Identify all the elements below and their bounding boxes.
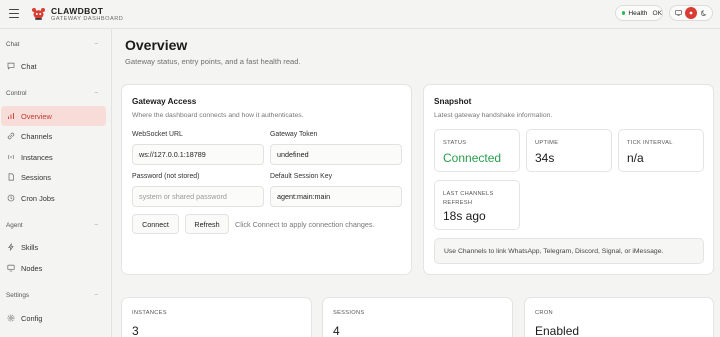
collapse-icon[interactable]: – (95, 222, 98, 228)
websocket-url-input[interactable]: ws://127.0.0.1:18789 (132, 144, 264, 165)
lobster-logo-icon (31, 6, 46, 21)
stat-label: INSTANCES (132, 310, 167, 316)
collapse-icon[interactable]: – (95, 90, 98, 96)
stat-label: LAST CHANNELS REFRESH (443, 190, 494, 207)
sidebar-item-chat[interactable]: Chat (1, 56, 106, 76)
tick-interval-value: n/a (627, 151, 644, 165)
uptime-stat: UPTIME 34s (526, 129, 612, 172)
section-label: Settings (6, 292, 30, 299)
gear-icon (7, 314, 15, 322)
sessions-value: 4 (333, 324, 340, 337)
sidebar-item-config[interactable]: Config (1, 308, 106, 328)
chat-icon (7, 62, 15, 70)
sidebar-item-label: Config (21, 313, 43, 323)
channels-tip: Use Channels to link WhatsApp, Telegram,… (434, 238, 704, 264)
sidebar-item-label: Chat (21, 61, 37, 71)
card-subtitle: Where the dashboard connects and how it … (132, 112, 304, 119)
bar-chart-icon (7, 112, 15, 120)
top-bar: CLAWDBOT GATEWAY DASHBOARD Health OK (0, 0, 720, 29)
document-icon (7, 173, 15, 181)
section-label: Agent (6, 222, 23, 229)
collapse-icon[interactable]: – (95, 292, 98, 298)
sidebar-section-settings[interactable]: Settings – (6, 292, 106, 299)
page-title: Overview (125, 37, 188, 53)
websocket-url-label: WebSocket URL (132, 131, 183, 138)
sidebar-item-sessions[interactable]: Sessions (1, 167, 106, 187)
link-icon (7, 132, 15, 140)
bolt-icon (7, 243, 15, 251)
stat-label: CRON (535, 310, 553, 316)
status-stat: STATUS Connected (434, 129, 520, 172)
health-status-badge: Health OK (615, 5, 663, 21)
stat-label: UPTIME (535, 140, 559, 146)
broadcast-icon (7, 153, 15, 161)
collapse-icon[interactable]: – (95, 41, 98, 47)
stat-label-line: REFRESH (443, 199, 473, 206)
brand-title: CLAWDBOT (51, 6, 104, 16)
theme-switcher (669, 5, 713, 21)
stat-label: TICK INTERVAL (627, 140, 673, 146)
instances-card: INSTANCES 3 (121, 297, 312, 337)
session-key-label: Default Session Key (270, 173, 333, 180)
section-label: Control (6, 90, 27, 97)
sidebar-item-label: Channels (21, 131, 53, 141)
sidebar-item-nodes[interactable]: Nodes (1, 258, 106, 278)
menu-icon[interactable] (9, 9, 19, 19)
monitor-icon (7, 264, 15, 272)
sidebar-item-label: Nodes (21, 263, 43, 273)
moon-theme-icon[interactable] (698, 7, 710, 19)
password-input[interactable]: system or shared password (132, 186, 264, 207)
health-label: Health (628, 9, 648, 17)
session-key-input[interactable]: agent:main:main (270, 186, 402, 207)
sidebar-section-agent[interactable]: Agent – (6, 222, 106, 229)
card-subtitle: Latest gateway handshake information. (434, 112, 553, 119)
sidebar: Chat – Chat Control – Overview Channels In… (0, 29, 112, 337)
gateway-access-card: Gateway Access Where the dashboard conne… (121, 84, 412, 275)
stat-label-line: LAST CHANNELS (443, 191, 494, 197)
uptime-value: 34s (535, 151, 555, 165)
card-title: Snapshot (434, 97, 472, 106)
password-label: Password (not stored) (132, 173, 200, 180)
sidebar-item-label: Overview (21, 111, 52, 121)
sidebar-item-label: Sessions (21, 172, 51, 182)
stat-label: STATUS (443, 140, 467, 146)
instances-value: 3 (132, 324, 139, 337)
card-title: Gateway Access (132, 97, 197, 106)
sidebar-item-label: Skills (21, 242, 39, 252)
connect-button[interactable]: Connect (132, 214, 179, 234)
snapshot-card: Snapshot Latest gateway handshake inform… (423, 84, 714, 275)
sidebar-item-label: Instances (21, 152, 53, 162)
gateway-token-input[interactable]: undefined (270, 144, 402, 165)
refresh-button[interactable]: Refresh (185, 214, 229, 234)
cron-card: CRON Enabled (524, 297, 714, 337)
section-label: Chat (6, 41, 20, 48)
sun-theme-icon[interactable] (684, 7, 697, 19)
sidebar-item-overview[interactable]: Overview (1, 106, 106, 126)
sessions-card: SESSIONS 4 (322, 297, 513, 337)
last-channels-refresh-stat: LAST CHANNELS REFRESH 18s ago (434, 180, 520, 230)
sidebar-item-channels[interactable]: Channels (1, 126, 106, 146)
health-status: OK (652, 9, 662, 17)
clock-icon (7, 194, 15, 202)
sidebar-item-skills[interactable]: Skills (1, 237, 106, 257)
status-value: Connected (443, 151, 502, 165)
stat-label: SESSIONS (333, 310, 365, 316)
gateway-token-label: Gateway Token (270, 131, 318, 138)
last-refresh-value: 18s ago (443, 209, 486, 223)
cron-value: Enabled (535, 324, 580, 337)
sidebar-section-chat[interactable]: Chat – (6, 41, 106, 48)
health-dot-icon (622, 11, 626, 15)
connect-hint: Click Connect to apply connection change… (235, 220, 375, 229)
sidebar-item-label: Cron Jobs (21, 193, 55, 203)
sidebar-section-control[interactable]: Control – (6, 90, 106, 97)
sidebar-item-instances[interactable]: Instances (1, 147, 106, 167)
tick-interval-stat: TICK INTERVAL n/a (618, 129, 704, 172)
monitor-theme-icon[interactable] (672, 7, 684, 19)
brand-subtitle: GATEWAY DASHBOARD (51, 16, 124, 22)
sidebar-item-cron-jobs[interactable]: Cron Jobs (1, 188, 106, 208)
page-subtitle: Gateway status, entry points, and a fast… (125, 57, 301, 66)
